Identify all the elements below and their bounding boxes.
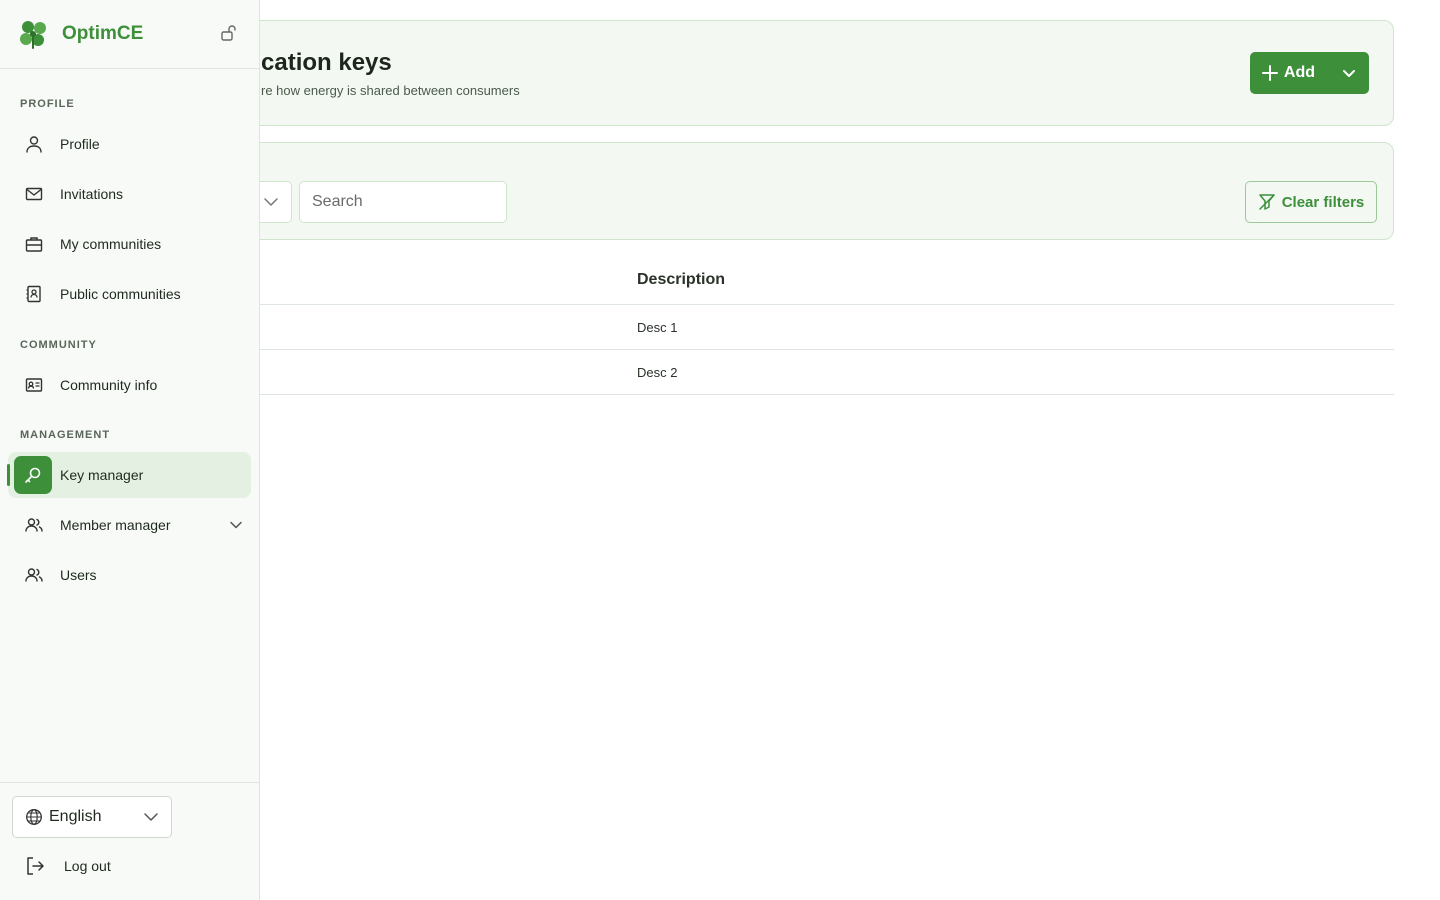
sidebar-item-label: Key manager bbox=[60, 467, 144, 483]
search-input[interactable] bbox=[299, 181, 507, 223]
users-icon bbox=[25, 518, 43, 532]
active-indicator bbox=[7, 464, 10, 486]
mail-icon bbox=[25, 187, 43, 201]
add-button-label: Add bbox=[1283, 64, 1315, 81]
clear-filters-button[interactable]: Clear filters bbox=[1245, 181, 1377, 223]
brand-name: OptimCE bbox=[62, 23, 144, 44]
language-label: English bbox=[49, 808, 102, 825]
section-title-community: COMMUNITY bbox=[20, 339, 97, 351]
unlock-icon bbox=[221, 25, 236, 41]
add-button-group: Add bbox=[1249, 52, 1369, 94]
plus-icon bbox=[1261, 65, 1278, 81]
cell-description: Desc 2 bbox=[637, 365, 678, 380]
column-header-description[interactable]: Description bbox=[637, 271, 725, 289]
clover-logo-icon bbox=[20, 21, 46, 49]
sidebar-item-label: Member manager bbox=[60, 517, 171, 533]
globe-icon bbox=[26, 809, 42, 825]
table-header: Description bbox=[160, 256, 1394, 305]
key-search-icon bbox=[25, 467, 41, 483]
add-dropdown-toggle[interactable] bbox=[1329, 52, 1369, 94]
user-icon bbox=[26, 136, 42, 153]
sidebar-item-key-manager[interactable]: Key manager bbox=[7, 452, 251, 498]
sidebar-lock-button[interactable] bbox=[220, 24, 238, 47]
page-title: cation keys bbox=[261, 49, 392, 76]
section-title-profile: PROFILE bbox=[20, 98, 75, 110]
brand-header: OptimCE bbox=[0, 0, 259, 69]
cell-description: Desc 1 bbox=[637, 320, 678, 335]
sidebar-footer: English Log out bbox=[0, 782, 259, 900]
add-button[interactable]: Add bbox=[1250, 52, 1329, 94]
key-manager-icon-box bbox=[14, 456, 52, 494]
briefcase-icon bbox=[25, 237, 43, 252]
sidebar-item-public-communities[interactable]: Public communities bbox=[8, 271, 251, 317]
chevron-down-icon bbox=[144, 813, 158, 821]
sidebar-item-profile[interactable]: Profile bbox=[8, 121, 251, 167]
sidebar-item-users[interactable]: Users bbox=[8, 552, 251, 598]
clear-filters-label: Clear filters bbox=[1281, 193, 1365, 211]
users-icon bbox=[25, 568, 43, 582]
sidebar-item-label: Invitations bbox=[60, 186, 124, 202]
sidebar-item-label: Community info bbox=[60, 377, 158, 393]
logout-button[interactable]: Log out bbox=[24, 855, 111, 877]
sidebar-item-label: Profile bbox=[60, 136, 100, 152]
logout-label: Log out bbox=[64, 858, 111, 874]
sidebar-item-label: My communities bbox=[60, 236, 162, 252]
section-title-management: MANAGEMENT bbox=[20, 429, 111, 441]
sidebar: OptimCE PROFILE Profile Invitations My c… bbox=[0, 0, 260, 900]
sidebar-item-invitations[interactable]: Invitations bbox=[8, 171, 251, 217]
id-card-icon bbox=[25, 378, 43, 392]
logout-icon bbox=[27, 857, 44, 875]
language-select[interactable]: English bbox=[12, 796, 172, 838]
sidebar-item-label: Public communities bbox=[60, 286, 181, 302]
page-header-card: cation keys re how energy is shared betw… bbox=[160, 20, 1394, 126]
chevron-down-icon bbox=[1343, 70, 1355, 77]
contact-book-icon bbox=[26, 285, 41, 303]
chevron-down-icon bbox=[264, 198, 278, 206]
page-subtitle: re how energy is shared between consumer… bbox=[261, 83, 520, 98]
table-row[interactable]: Desc 2 bbox=[160, 350, 1394, 395]
sidebar-item-member-manager[interactable]: Member manager bbox=[8, 502, 251, 548]
filter-card: Clear filters bbox=[160, 142, 1394, 240]
sidebar-item-my-communities[interactable]: My communities bbox=[8, 221, 251, 267]
sidebar-item-label: Users bbox=[60, 567, 97, 583]
chevron-down-icon bbox=[230, 521, 242, 529]
sidebar-item-community-info[interactable]: Community info bbox=[8, 362, 251, 408]
table-row[interactable]: Desc 1 bbox=[160, 305, 1394, 350]
keys-table: Description Desc 1 Desc 2 bbox=[160, 256, 1394, 395]
filter-off-icon bbox=[1258, 194, 1275, 210]
